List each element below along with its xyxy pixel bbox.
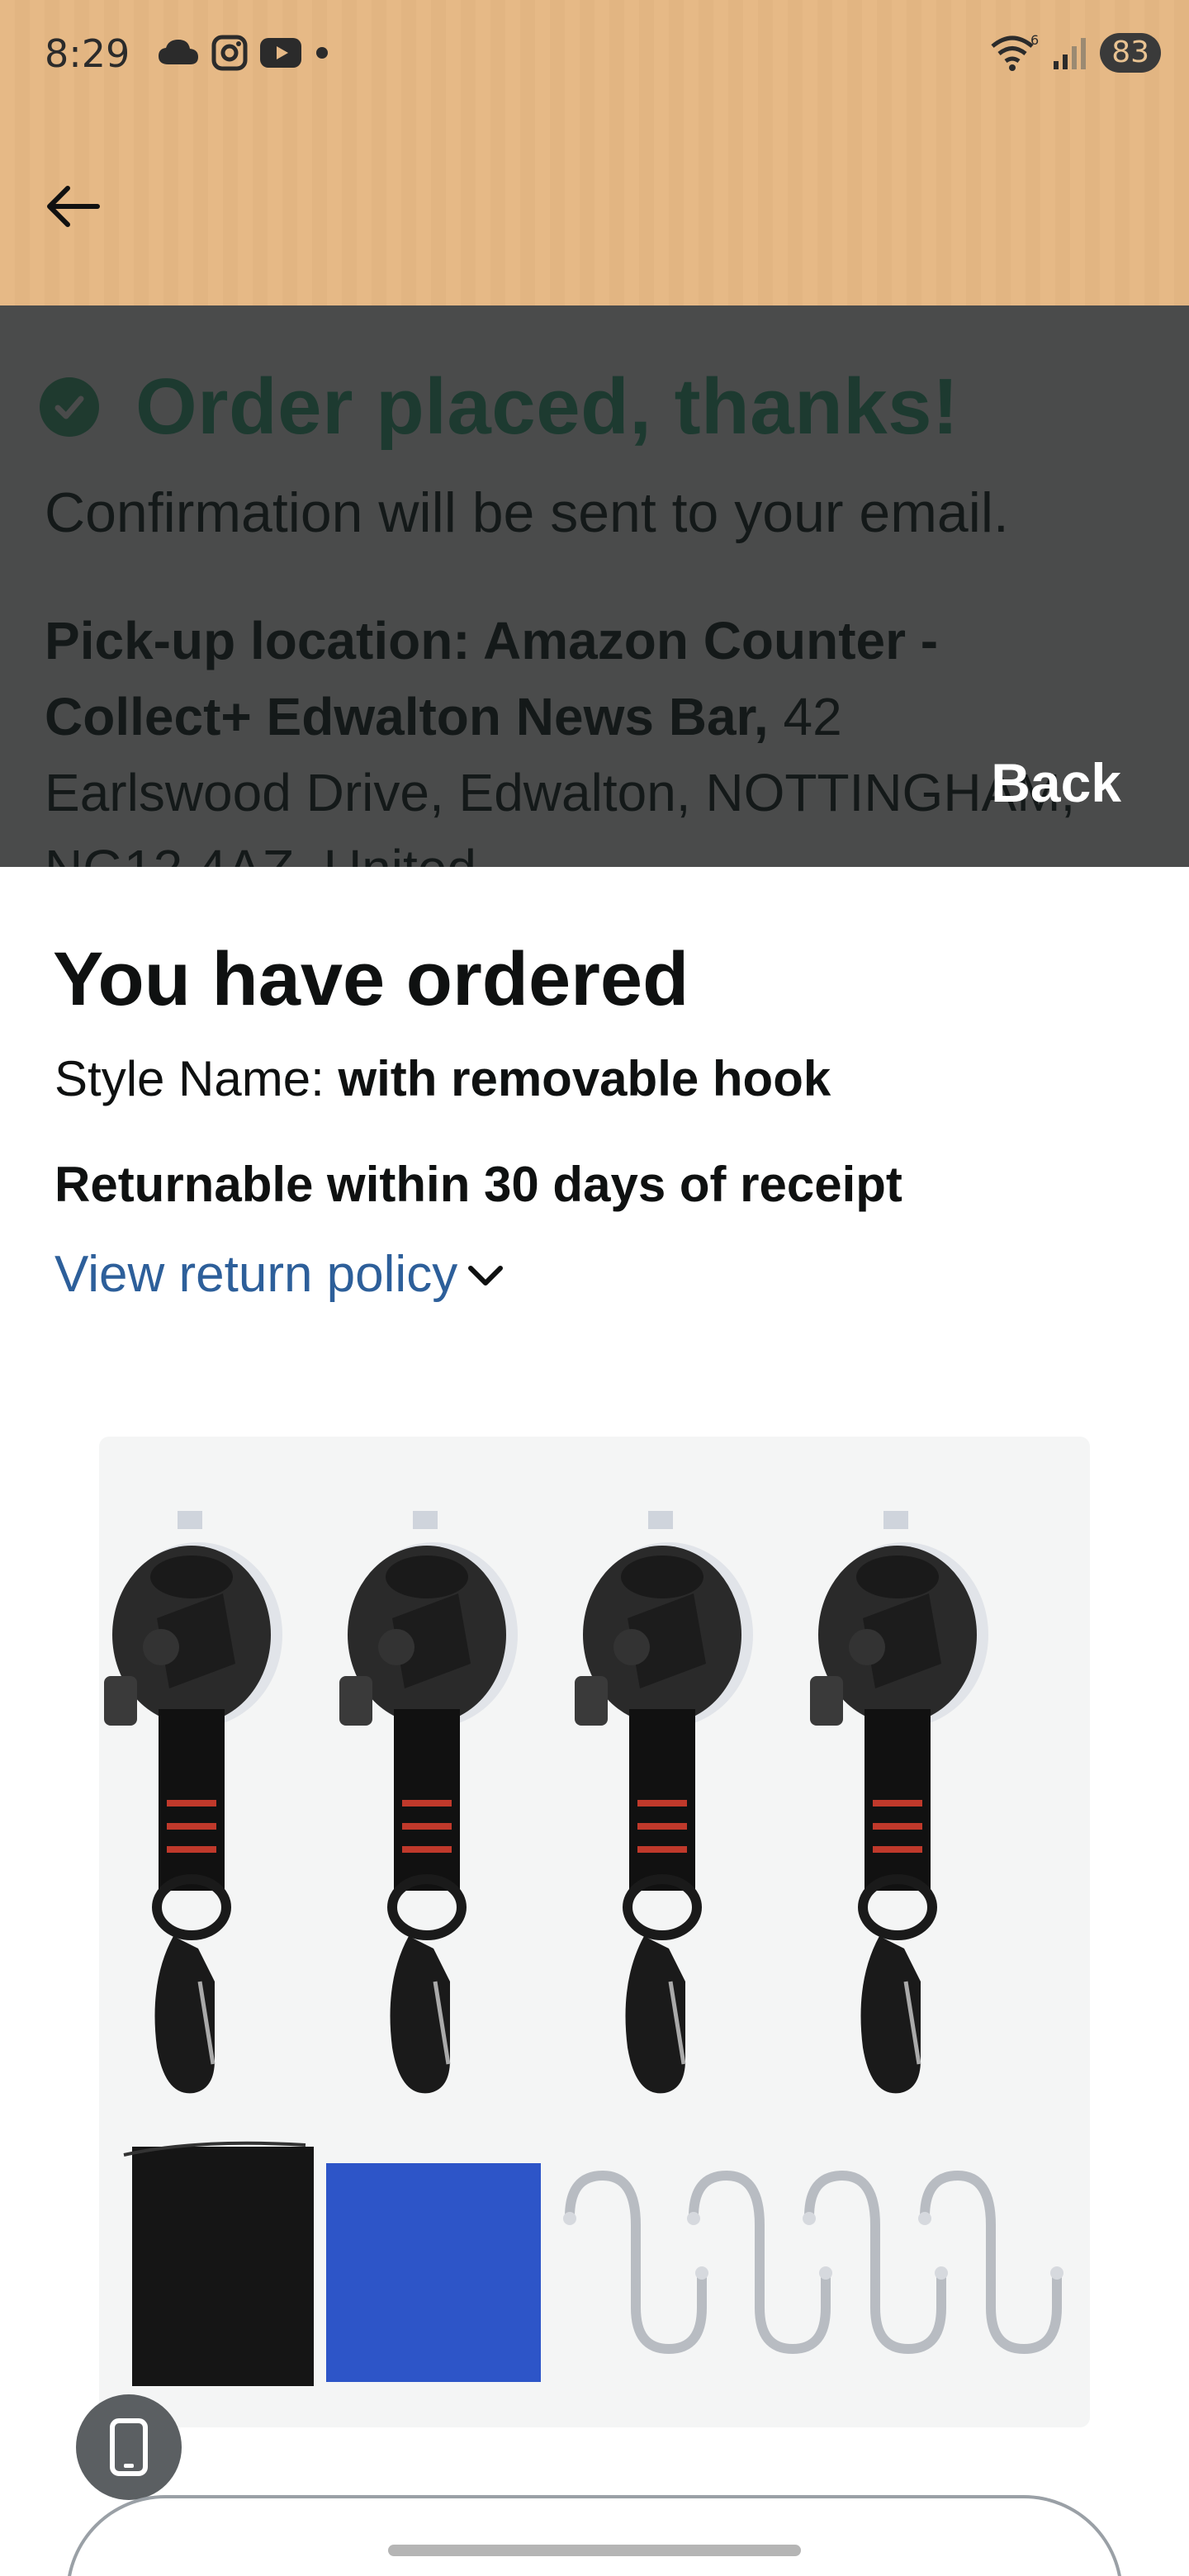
style-name-row: Style Name: with removable hook [54, 1050, 831, 1107]
back-button[interactable]: Back [991, 751, 1121, 814]
suction-anchor-2 [339, 1511, 518, 2093]
s-hook-1 [563, 2176, 708, 2349]
phone-icon[interactable] [106, 2417, 152, 2477]
suction-anchor-1 [104, 1511, 282, 2093]
confirmation-subtitle: Confirmation will be sent to your email. [45, 481, 1009, 544]
signal-icon [1054, 38, 1087, 69]
suction-anchor-4 [810, 1511, 988, 2093]
cloud-icon [159, 40, 198, 64]
battery-icon: 83 [1100, 33, 1161, 73]
status-left-icons [157, 35, 330, 71]
app-header: 8:29 6 83 [0, 0, 1189, 305]
check-circle-icon [40, 377, 99, 437]
device-switch-button[interactable] [76, 2394, 182, 2500]
pickup-location: Pick-up location: Amazon Counter - Colle… [45, 603, 1085, 867]
home-indicator[interactable] [388, 2545, 801, 2556]
style-value: with removable hook [338, 1051, 831, 1106]
style-label: Style Name: [54, 1051, 324, 1106]
sheet-title: You have ordered [53, 937, 689, 1021]
product-illustration [99, 1437, 1090, 2386]
order-sheet: You have ordered Style Name: with remova… [0, 867, 1189, 2576]
confirmation-title: Order placed, thanks! [135, 362, 959, 451]
wifi-icon: 6 [991, 33, 1039, 71]
order-confirmation: Order placed, thanks! Confirmation will … [0, 305, 1189, 867]
returnable-text: Returnable within 30 days of receipt [54, 1157, 902, 1212]
chevron-down-icon[interactable] [464, 1258, 507, 1291]
view-return-policy-link[interactable]: View return policy [54, 1245, 507, 1304]
dot-icon [316, 47, 328, 59]
storage-bag [123, 2141, 314, 2386]
youtube-icon [260, 38, 301, 68]
status-bar: 8:29 6 83 [0, 0, 1189, 116]
arrow-left-icon[interactable] [40, 173, 106, 239]
status-right-icons: 6 83 [989, 33, 1161, 73]
blue-cloth [326, 2163, 541, 2382]
status-time: 8:29 [45, 31, 130, 76]
svg-text:6: 6 [1030, 33, 1039, 48]
confirmation-title-row: Order placed, thanks! [40, 362, 959, 452]
next-card-edge [66, 2495, 1123, 2576]
suction-anchor-3 [575, 1511, 753, 2093]
product-image [99, 1437, 1090, 2427]
instagram-icon [211, 35, 248, 71]
policy-link-label[interactable]: View return policy [54, 1245, 457, 1304]
